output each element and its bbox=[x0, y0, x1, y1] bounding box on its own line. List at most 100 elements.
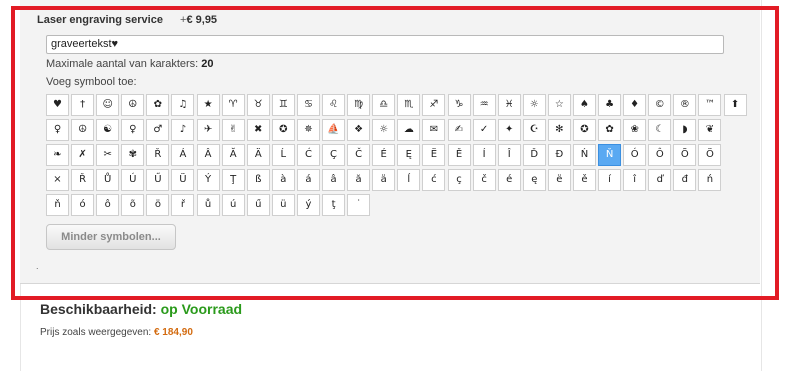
symbol-button[interactable]: ç bbox=[447, 169, 471, 191]
symbol-button[interactable]: Ô bbox=[648, 144, 672, 166]
symbol-button[interactable]: Ů bbox=[96, 169, 120, 191]
symbol-button[interactable]: ô bbox=[96, 194, 120, 216]
symbol-button[interactable]: Ü bbox=[171, 169, 195, 191]
symbol-button[interactable]: ď bbox=[648, 169, 672, 191]
symbol-button[interactable]: ✿ bbox=[598, 119, 622, 141]
symbol-button[interactable]: ☺ bbox=[96, 94, 120, 116]
symbol-button[interactable]: ✈ bbox=[196, 119, 220, 141]
symbol-button[interactable]: ✌ bbox=[221, 119, 245, 141]
symbol-button[interactable]: Ú bbox=[121, 169, 145, 191]
symbol-button[interactable]: ☮ bbox=[71, 119, 95, 141]
symbol-button[interactable]: ❦ bbox=[698, 119, 722, 141]
symbol-button[interactable]: ă bbox=[347, 169, 371, 191]
symbol-button[interactable]: ý bbox=[296, 194, 320, 216]
symbol-button[interactable]: Ţ bbox=[221, 169, 245, 191]
symbol-button[interactable]: ✪ bbox=[271, 119, 295, 141]
symbol-button[interactable]: Ç bbox=[322, 144, 346, 166]
symbol-button[interactable]: í bbox=[598, 169, 622, 191]
symbol-button[interactable]: ♣ bbox=[598, 94, 622, 116]
symbol-button[interactable]: Í bbox=[472, 144, 496, 166]
symbol-button[interactable]: ü bbox=[271, 194, 295, 216]
symbol-button[interactable]: ć bbox=[422, 169, 446, 191]
symbol-button[interactable]: ✾ bbox=[121, 144, 145, 166]
symbol-button[interactable]: ☆ bbox=[547, 94, 571, 116]
symbol-button[interactable]: Ĺ bbox=[271, 144, 295, 166]
symbol-button[interactable]: ë bbox=[547, 169, 571, 191]
symbol-button[interactable]: ♓ bbox=[497, 94, 521, 116]
symbol-button[interactable]: ✖ bbox=[246, 119, 270, 141]
symbol-button[interactable]: Î bbox=[497, 144, 521, 166]
symbol-button[interactable]: ä bbox=[372, 169, 396, 191]
symbol-button[interactable]: ♫ bbox=[171, 94, 195, 116]
symbol-button[interactable]: à bbox=[271, 169, 295, 191]
symbol-button[interactable]: Õ bbox=[673, 144, 697, 166]
symbol-button[interactable]: ♦ bbox=[623, 94, 647, 116]
symbol-button[interactable]: ✪ bbox=[572, 119, 596, 141]
symbol-button[interactable]: ú bbox=[221, 194, 245, 216]
symbol-button[interactable]: é bbox=[497, 169, 521, 191]
symbol-button[interactable]: ♌ bbox=[322, 94, 346, 116]
symbol-button[interactable]: Ń bbox=[572, 144, 596, 166]
symbol-button[interactable]: ❖ bbox=[347, 119, 371, 141]
symbol-button[interactable]: ♥ bbox=[46, 94, 69, 116]
symbol-button[interactable]: ★ bbox=[196, 94, 220, 116]
symbol-button[interactable]: Ř bbox=[71, 169, 95, 191]
symbol-button[interactable]: ☾ bbox=[648, 119, 672, 141]
symbol-button[interactable]: ♀ bbox=[121, 119, 145, 141]
symbol-button[interactable]: Á bbox=[171, 144, 195, 166]
symbol-button[interactable]: ⬆ bbox=[723, 94, 747, 116]
symbol-button[interactable]: Ó bbox=[623, 144, 647, 166]
symbol-button[interactable]: Ö bbox=[698, 144, 722, 166]
symbol-button[interactable]: Ď bbox=[522, 144, 546, 166]
symbol-button[interactable]: ♊ bbox=[271, 94, 295, 116]
symbol-button[interactable]: ☼ bbox=[522, 94, 546, 116]
symbol-button[interactable]: ✻ bbox=[547, 119, 571, 141]
symbol-button[interactable]: ◗ bbox=[673, 119, 697, 141]
symbol-button[interactable]: Â bbox=[196, 144, 220, 166]
symbol-button[interactable]: Ë bbox=[422, 144, 446, 166]
symbol-button[interactable]: ♎ bbox=[372, 94, 396, 116]
symbol-button[interactable]: Ű bbox=[146, 169, 170, 191]
symbol-button[interactable]: ❧ bbox=[46, 144, 69, 166]
symbol-button[interactable]: ✂ bbox=[96, 144, 120, 166]
symbol-button[interactable]: ĺ bbox=[397, 169, 421, 191]
symbol-button[interactable]: Ă bbox=[221, 144, 245, 166]
symbol-button[interactable]: ♒ bbox=[472, 94, 496, 116]
symbol-button[interactable]: ♉ bbox=[246, 94, 270, 116]
symbol-button[interactable]: ♠ bbox=[572, 94, 596, 116]
symbol-button[interactable]: ę bbox=[522, 169, 546, 191]
symbol-button[interactable]: ❀ bbox=[623, 119, 647, 141]
symbol-button[interactable]: ☼ bbox=[372, 119, 396, 141]
symbol-button[interactable]: ů bbox=[196, 194, 220, 216]
symbol-button[interactable]: Ä bbox=[246, 144, 270, 166]
engraving-text-input[interactable] bbox=[46, 35, 724, 54]
symbol-button[interactable]: á bbox=[296, 169, 320, 191]
symbol-button[interactable]: î bbox=[623, 169, 647, 191]
symbol-button[interactable]: ♑ bbox=[447, 94, 471, 116]
symbol-button[interactable]: ✓ bbox=[472, 119, 496, 141]
symbol-button[interactable]: ö bbox=[146, 194, 170, 216]
symbol-button[interactable]: ✗ bbox=[71, 144, 95, 166]
symbol-button[interactable]: © bbox=[648, 94, 672, 116]
symbol-button[interactable]: ☮ bbox=[121, 94, 145, 116]
symbol-button[interactable]: õ bbox=[121, 194, 145, 216]
symbol-button[interactable]: ✉ bbox=[422, 119, 446, 141]
symbol-button[interactable]: Č bbox=[347, 144, 371, 166]
symbol-button[interactable]: ™ bbox=[698, 94, 722, 116]
symbol-button[interactable]: Ý bbox=[196, 169, 220, 191]
symbol-button[interactable]: ń bbox=[698, 169, 722, 191]
symbol-button[interactable]: ✦ bbox=[497, 119, 521, 141]
symbol-button[interactable]: ♏ bbox=[397, 94, 421, 116]
symbol-button[interactable]: Ř bbox=[146, 144, 170, 166]
symbol-button[interactable]: đ bbox=[673, 169, 697, 191]
symbol-button[interactable]: Ć bbox=[296, 144, 320, 166]
symbol-button[interactable]: ☪ bbox=[522, 119, 546, 141]
symbol-button[interactable]: â bbox=[322, 169, 346, 191]
symbol-button[interactable]: ✍ bbox=[447, 119, 471, 141]
symbol-button[interactable]: ó bbox=[71, 194, 95, 216]
symbol-button[interactable]: ♍ bbox=[347, 94, 371, 116]
symbol-button[interactable]: ♂ bbox=[146, 119, 170, 141]
symbol-button[interactable]: Ň bbox=[598, 144, 622, 166]
symbol-button[interactable]: ű bbox=[246, 194, 270, 216]
symbol-button[interactable]: ✵ bbox=[296, 119, 320, 141]
